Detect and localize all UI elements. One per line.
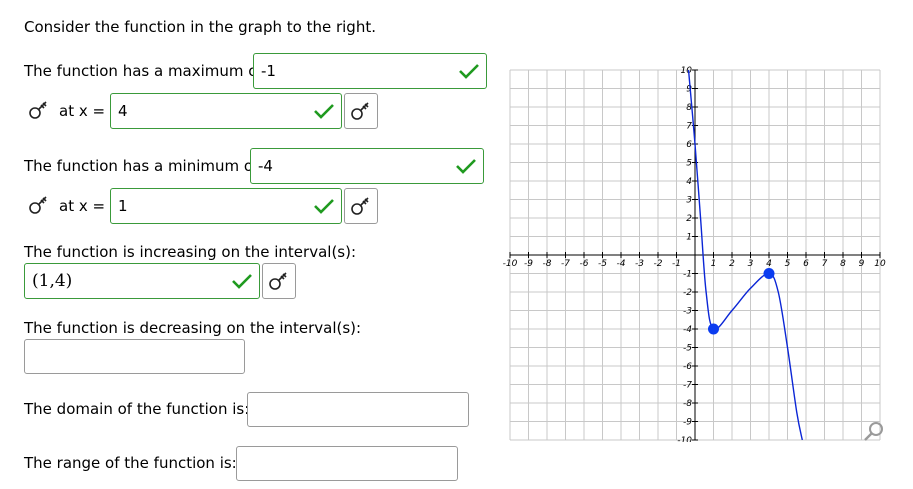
y-tick-label: 10 bbox=[681, 66, 693, 76]
min-value-text: -4 bbox=[258, 157, 273, 175]
increasing-value-text: (1,4) bbox=[32, 271, 73, 291]
check-icon bbox=[314, 199, 334, 214]
y-tick-label: -3 bbox=[683, 307, 692, 317]
check-icon bbox=[314, 104, 334, 119]
y-tick-label: -1 bbox=[683, 270, 692, 280]
min-at-label: at x = bbox=[59, 197, 106, 215]
y-tick-label: -7 bbox=[683, 381, 692, 391]
y-tick-label: 4 bbox=[686, 177, 692, 187]
max-x-text: 4 bbox=[118, 102, 128, 120]
x-tick-label: 7 bbox=[822, 259, 828, 269]
extremum-point bbox=[763, 268, 775, 279]
min-value-input[interactable]: -4 bbox=[250, 148, 484, 184]
max-label: The function has a maximum of bbox=[24, 62, 263, 80]
range-label: The range of the function is: bbox=[24, 454, 237, 472]
max-value-input[interactable]: -1 bbox=[253, 53, 487, 89]
x-tick-label: -10 bbox=[503, 259, 518, 269]
x-tick-label: -6 bbox=[580, 259, 589, 269]
max-x-input[interactable]: 4 bbox=[110, 93, 342, 129]
y-tick-label: 3 bbox=[686, 196, 692, 206]
check-icon bbox=[232, 274, 252, 289]
x-tick-label: -4 bbox=[617, 259, 626, 269]
check-icon bbox=[456, 159, 476, 174]
y-tick-label: -6 bbox=[683, 362, 692, 372]
max-x-keyboard-button-right[interactable] bbox=[344, 93, 378, 129]
domain-input[interactable] bbox=[247, 392, 469, 427]
x-tick-label: -8 bbox=[543, 259, 552, 269]
y-tick-label: -8 bbox=[683, 399, 692, 409]
key-icon bbox=[29, 196, 47, 214]
min-x-keyboard-button[interactable] bbox=[25, 188, 55, 222]
y-tick-label: 2 bbox=[686, 214, 692, 224]
key-icon bbox=[269, 272, 287, 290]
x-tick-label: -2 bbox=[654, 259, 663, 269]
x-tick-label: -3 bbox=[635, 259, 644, 269]
y-tick-label: 7 bbox=[686, 122, 692, 132]
key-icon bbox=[351, 197, 369, 215]
range-input[interactable] bbox=[236, 446, 458, 481]
x-tick-label: 8 bbox=[840, 259, 846, 269]
intro-text: Consider the function in the graph to th… bbox=[24, 18, 376, 36]
x-tick-label: -1 bbox=[672, 259, 681, 269]
decreasing-label: The function is decreasing on the interv… bbox=[24, 319, 362, 337]
min-x-keyboard-button-right[interactable] bbox=[344, 188, 378, 224]
x-tick-label: 3 bbox=[748, 259, 754, 269]
max-at-label: at x = bbox=[59, 102, 106, 120]
max-x-keyboard-button[interactable] bbox=[25, 93, 55, 127]
x-tick-label: 6 bbox=[803, 259, 809, 269]
x-tick-label: 2 bbox=[729, 259, 735, 269]
key-icon bbox=[29, 101, 47, 119]
key-icon bbox=[351, 102, 369, 120]
y-tick-label: -9 bbox=[683, 418, 692, 428]
x-tick-label: -5 bbox=[598, 259, 607, 269]
min-x-text: 1 bbox=[118, 197, 128, 215]
y-tick-label: 5 bbox=[686, 159, 692, 169]
y-tick-label: -4 bbox=[683, 325, 692, 335]
x-tick-label: 5 bbox=[785, 259, 791, 269]
max-value-text: -1 bbox=[261, 62, 276, 80]
domain-label: The domain of the function is: bbox=[24, 400, 250, 418]
min-x-input[interactable]: 1 bbox=[110, 188, 342, 224]
x-tick-label: -7 bbox=[561, 259, 570, 269]
x-tick-label: 10 bbox=[874, 259, 886, 269]
magnify-icon[interactable] bbox=[862, 420, 886, 442]
y-tick-label: 6 bbox=[686, 140, 692, 150]
x-tick-label: -9 bbox=[524, 259, 533, 269]
y-tick-label: -2 bbox=[683, 288, 692, 298]
extremum-point bbox=[708, 323, 719, 335]
check-icon bbox=[459, 64, 479, 79]
x-tick-label: 1 bbox=[711, 259, 717, 269]
increasing-input[interactable]: (1,4) bbox=[24, 263, 260, 299]
x-tick-label: 4 bbox=[766, 259, 772, 269]
function-graph: -10 -9 -8 -7 -6 -5 -4 -3 -2 -1 1 2 3 4 5 6 7 8 9 1010987654… bbox=[503, 66, 886, 442]
x-tick-label: 9 bbox=[859, 259, 865, 269]
increasing-label: The function is increasing on the interv… bbox=[24, 243, 357, 261]
min-label: The function has a minimum of bbox=[24, 157, 259, 175]
y-tick-label: -10 bbox=[677, 436, 692, 442]
y-tick-label: 1 bbox=[686, 233, 692, 243]
y-tick-label: -5 bbox=[683, 344, 692, 354]
increasing-keyboard-button[interactable] bbox=[262, 263, 296, 299]
decreasing-input[interactable] bbox=[24, 339, 245, 374]
